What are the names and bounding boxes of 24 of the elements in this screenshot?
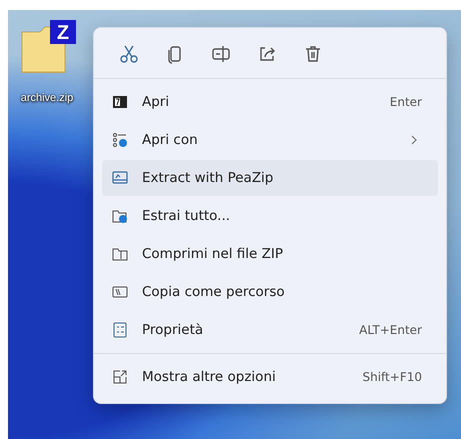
folder-icon: [112, 208, 128, 224]
app-list-icon: [112, 132, 128, 148]
file-name: archive.zip: [20, 92, 74, 104]
chevron-icon: [410, 134, 418, 146]
trash-icon[interactable]: [303, 44, 323, 64]
window-icon: [112, 170, 128, 186]
zip-folder-icon: [112, 246, 128, 262]
expand-icon: [112, 369, 128, 385]
path-icon: [112, 284, 128, 300]
scissors-icon[interactable]: [119, 44, 139, 64]
shortcut-text: ALT+Enter: [359, 323, 422, 337]
properties-icon: [112, 322, 128, 338]
menu-item[interactable]: Mostra altre opzioni Shift+F10: [102, 359, 438, 395]
menu-item[interactable]: Copia come percorso: [102, 274, 438, 310]
menu-item[interactable]: Apri con: [102, 122, 438, 158]
rename-icon[interactable]: [211, 44, 231, 64]
menu-item[interactable]: Estrai tutto...: [102, 198, 438, 234]
shortcut-text: Enter: [390, 95, 422, 109]
menu-item[interactable]: Comprimi nel file ZIP: [102, 236, 438, 272]
menu-item[interactable]: Extract with PeaZip: [102, 160, 438, 196]
app-icon: [112, 94, 128, 110]
menu-item[interactable]: Proprietà ALT+Enter: [102, 312, 438, 348]
shortcut-text: Shift+F10: [362, 370, 422, 384]
menu-item[interactable]: Apri Enter: [102, 84, 438, 120]
